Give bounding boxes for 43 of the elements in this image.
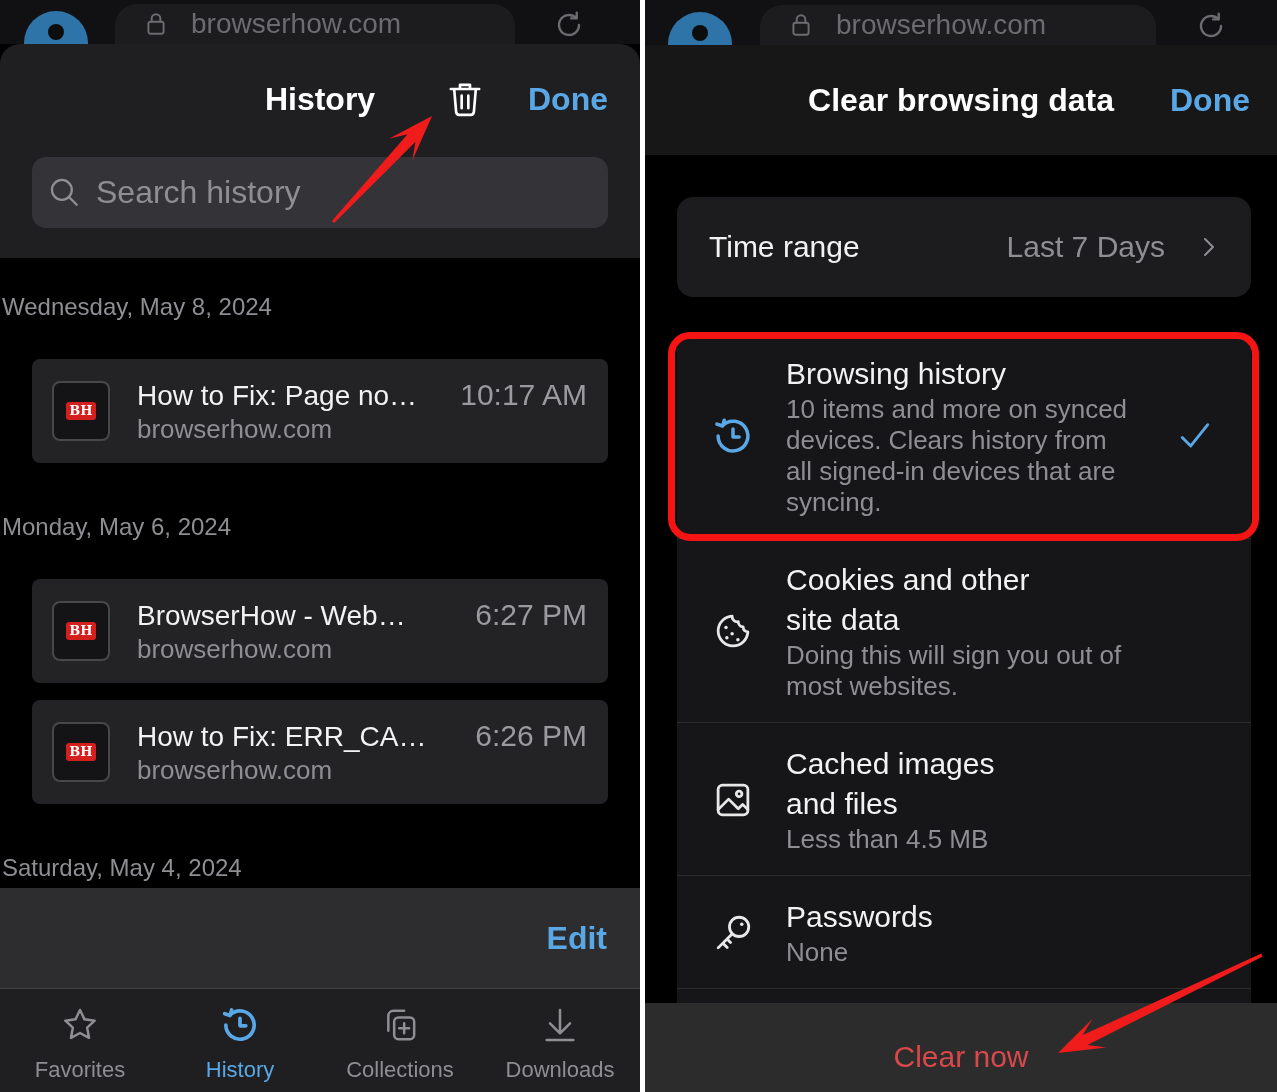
entry-time: 6:26 PM [475,718,587,753]
done-button[interactable]: Done [528,80,608,118]
chevron-right-icon [1203,235,1215,259]
sheet-title: Clear browsing data [808,81,1114,119]
option-title: Passwords [786,899,934,935]
favicon-badge: BH [66,622,96,640]
entry-time: 10:17 AM [460,377,587,412]
sheet-title: History [264,80,376,118]
entry-url: browserhow.com [137,412,333,445]
entry-title: How to Fix: Page no… [137,378,418,413]
tab[interactable]: Favorites [0,989,160,1092]
date-header: Saturday, May 4, 2024 [1,854,242,882]
favicon-badge: BH [66,402,96,420]
option-description: 10 items and more on synced devices. Clears history from all signed-in devices that are syncing. [786,394,1129,518]
entry-url: browserhow.com [137,632,333,665]
entry-url: browserhow.com [137,753,333,786]
clear-option[interactable]: Cookies and other site data Doing this will sign you out of most websites. [677,539,1251,723]
date-header: Wednesday, May 8, 2024 [1,293,272,321]
option-description: Doing this will sign you out of most websites. [786,640,1123,702]
option-title: Cookies and other site data [786,562,1031,638]
done-button[interactable]: Done [1170,81,1250,119]
entry-title: BrowserHow - Web… [137,598,406,633]
time-range-label: Time range [709,230,860,264]
time-range-value: Last 7 Days [1006,230,1165,264]
option-title: Cached images and files [786,746,996,822]
clear-option[interactable]: Browsing history 10 items and more on synced devices. Clears history from all signed-in devices that are syncing. [677,333,1251,539]
tab[interactable]: History [160,989,320,1092]
history-entry[interactable]: BH How to Fix: Page no… 10:17 AM browserhow.com [32,359,608,463]
clear-option[interactable]: Cached images and files Less than 4.5 MB [677,723,1251,876]
entry-time: 6:27 PM [475,597,587,632]
option-description: None [786,937,850,968]
history-entry[interactable]: BH BrowserHow - Web… 6:27 PM browserhow.com [32,579,608,683]
option-description: Less than 4.5 MB [786,824,990,855]
time-range-row[interactable]: Time range Last 7 Days [677,197,1251,297]
favicon-badge: BH [66,743,96,761]
tab[interactable]: Downloads [480,989,640,1092]
date-header: Monday, May 6, 2024 [1,513,232,541]
edit-button[interactable]: Edit [546,919,607,957]
history-entry[interactable]: BH How to Fix: ERR_CA… 6:26 PM browserhow.com [32,700,608,804]
option-title: Browsing history [786,356,1008,392]
search-field[interactable]: Search history [32,157,608,228]
entry-title: How to Fix: ERR_CA… [137,719,427,754]
tab[interactable]: Collections [320,989,480,1092]
